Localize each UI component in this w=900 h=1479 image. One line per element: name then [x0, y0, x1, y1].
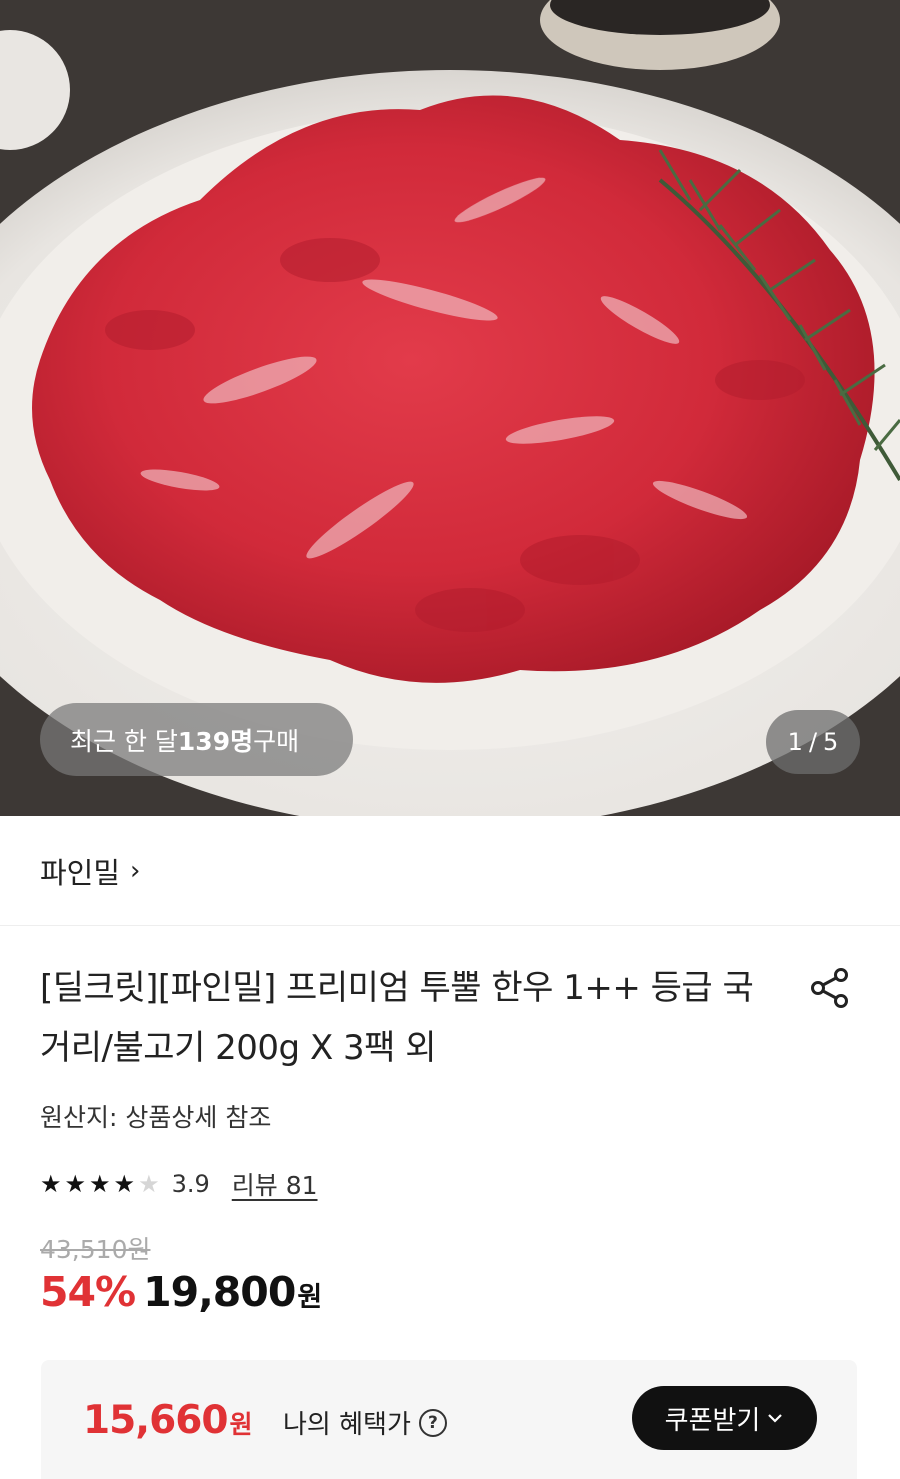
rating-value: 3.9 — [171, 1170, 210, 1198]
brand-link[interactable]: 파인밀 › — [0, 816, 900, 926]
image-counter: 1 / 5 — [766, 710, 860, 774]
image-index: 1 — [787, 728, 803, 756]
product-title: [딜크릿][파인밀] 프리미엄 투뿔 한우 1++ 등급 국거리/불고기 200… — [40, 968, 754, 1068]
question-circle-icon[interactable]: ? — [418, 1408, 447, 1437]
product-title-block: [딜크릿][파인밀] 프리미엄 투뿔 한우 1++ 등급 국거리/불고기 200… — [40, 958, 780, 1078]
sale-currency: 원 — [297, 1282, 323, 1313]
chevron-right-icon: › — [130, 855, 141, 886]
benefit-currency: 원 — [229, 1410, 253, 1439]
image-separator: / — [808, 728, 818, 756]
star-rating: ★ ★ ★ ★ ★ — [40, 1172, 160, 1196]
rating-row: ★ ★ ★ ★ ★ 3.9 리뷰 81 — [40, 1164, 318, 1204]
original-price: 43,510원 — [40, 1235, 151, 1264]
share-button[interactable] — [800, 958, 860, 1018]
star-icon: ★ — [89, 1170, 111, 1198]
coupon-button-label: 쿠폰받기 — [664, 1405, 761, 1436]
price-row: 54% 19,800 원 — [40, 1268, 322, 1316]
discount-rate: 54% — [40, 1268, 136, 1316]
review-count-link[interactable]: 리뷰 81 — [232, 1166, 318, 1202]
benefit-price-box: 15,660 원 나의 혜택가 ? 쿠폰받기 — [41, 1360, 857, 1479]
purchase-prefix: 최근 한 달 — [70, 726, 178, 756]
image-total: 5 — [823, 728, 839, 756]
product-image-carousel[interactable]: 최근 한 달 139명 구매 1 / 5 — [0, 0, 900, 816]
sale-price: 19,800 — [143, 1268, 296, 1316]
share-icon — [811, 968, 848, 1008]
brand-name: 파인밀 — [40, 855, 121, 890]
star-icon: ★ — [138, 1170, 160, 1198]
benefit-price: 15,660 원 — [83, 1398, 253, 1443]
star-icon: ★ — [64, 1170, 87, 1198]
origin-info: 원산지: 상품상세 참조 — [40, 1103, 272, 1132]
purchase-suffix: 구매 — [253, 726, 300, 756]
purchase-count: 139명 — [177, 726, 254, 756]
benefit-price-value: 15,660 — [83, 1398, 228, 1443]
coupon-button[interactable]: 쿠폰받기 — [632, 1386, 817, 1450]
benefit-label-text: 나의 혜택가 — [283, 1410, 411, 1440]
benefit-label: 나의 혜택가 ? — [283, 1404, 447, 1441]
product-photo — [0, 0, 900, 816]
star-icon: ★ — [113, 1170, 136, 1198]
recent-purchase-badge: 최근 한 달 139명 구매 — [40, 703, 353, 776]
star-icon: ★ — [40, 1170, 62, 1198]
chevron-down-icon — [768, 1414, 783, 1423]
